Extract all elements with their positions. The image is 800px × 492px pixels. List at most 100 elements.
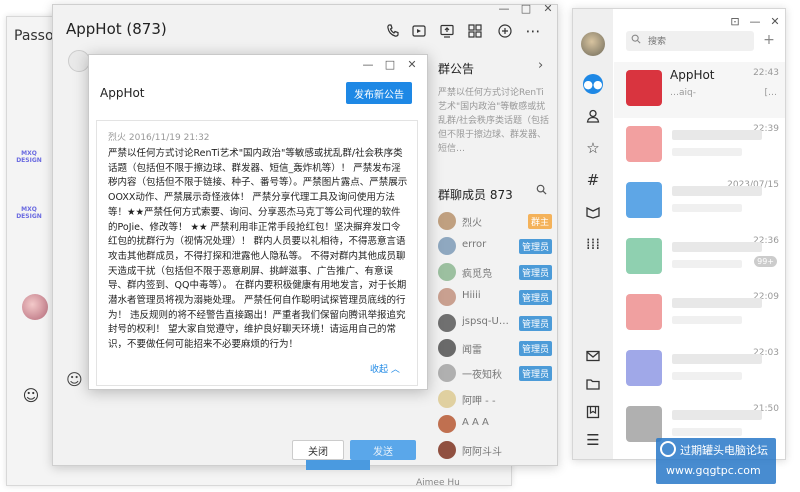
- member-avatar[interactable]: [438, 262, 456, 281]
- chat-avatar[interactable]: [626, 238, 662, 274]
- member-avatar[interactable]: [438, 212, 456, 230]
- chat-list-item[interactable]: 22:39: [614, 118, 785, 174]
- contacts-icon[interactable]: [583, 106, 603, 126]
- more-apps-icon[interactable]: ⁞⁞⁞: [583, 234, 603, 254]
- group-notice-preview[interactable]: 严禁以任何方式讨论RenTi艺术"国内政治"等敏感或扰乱群/社会秩序类话题（包括…: [438, 86, 552, 156]
- screen-share-icon[interactable]: [438, 22, 456, 40]
- chat-list-item[interactable]: 22:09: [614, 286, 785, 342]
- unread-badge: 99+: [754, 256, 777, 267]
- member-row[interactable]: error 管理员: [436, 235, 552, 257]
- group-notice-title[interactable]: 群公告: [438, 60, 474, 77]
- chevron-right-icon[interactable]: ›: [538, 58, 543, 73]
- member-avatar[interactable]: [438, 339, 456, 357]
- blurred-name: [672, 298, 762, 308]
- member-name: Hiiii: [462, 290, 481, 302]
- member-avatar[interactable]: [438, 288, 456, 307]
- apps-icon[interactable]: [466, 22, 484, 40]
- close-icon[interactable]: ✕: [540, 2, 556, 16]
- emoji-icon[interactable]: ☺: [22, 386, 40, 405]
- emoji-icon[interactable]: ☺: [66, 370, 83, 389]
- chat-list-item[interactable]: 22:03: [614, 342, 785, 398]
- member-row[interactable]: 阿呷 - -: [436, 388, 552, 410]
- member-avatar[interactable]: [438, 313, 456, 332]
- blurred-preview: [672, 260, 742, 268]
- watermark-url: www.gqgtpc.com: [666, 464, 761, 477]
- publish-notice-button[interactable]: 发布新公告: [346, 82, 412, 104]
- member-avatar[interactable]: [438, 440, 456, 459]
- minimize-icon[interactable]: —: [748, 14, 762, 28]
- chat-avatar[interactable]: [626, 126, 662, 162]
- send-button[interactable]: 发送: [350, 440, 416, 460]
- folder-icon[interactable]: [583, 374, 603, 394]
- video-call-icon[interactable]: [410, 22, 428, 40]
- watermark-text: 过期罐头电脑论坛: [680, 444, 768, 457]
- member-row[interactable]: 疯觅凫 管理员: [436, 261, 552, 283]
- add-member-icon[interactable]: [496, 22, 514, 40]
- member-row[interactable]: 烈火 群主: [436, 210, 552, 232]
- search-icon[interactable]: [536, 184, 547, 195]
- pin-icon[interactable]: ⊡: [728, 14, 742, 28]
- dialog-title: AppHot: [100, 86, 145, 100]
- collapse-link[interactable]: 收起 ︿: [370, 362, 400, 375]
- thumbnail[interactable]: MXQ DESIGN: [16, 206, 42, 222]
- member-row[interactable]: 闻雷 管理员: [436, 337, 552, 359]
- phone-icon[interactable]: [384, 22, 402, 40]
- role-badge: 管理员: [518, 239, 552, 255]
- member-name: 阿呷 - -: [462, 395, 496, 407]
- blurred-name: [672, 186, 762, 196]
- member-row[interactable]: A A A: [436, 413, 552, 435]
- close-icon[interactable]: ✕: [404, 58, 420, 72]
- watermark-logo: [660, 441, 676, 457]
- member-avatar[interactable]: [438, 415, 456, 434]
- member-avatar[interactable]: [438, 389, 456, 408]
- chat-avatar[interactable]: [626, 182, 662, 218]
- chat-icon[interactable]: ●●: [583, 74, 603, 94]
- favorites-icon[interactable]: [583, 402, 603, 422]
- member-row[interactable]: jspsq-U… 管理员: [436, 312, 552, 334]
- blurred-name: [672, 354, 762, 364]
- mail-icon[interactable]: [583, 346, 603, 366]
- chat-avatar[interactable]: [626, 294, 662, 330]
- chat-avatar[interactable]: [626, 70, 662, 106]
- member-avatar[interactable]: [438, 364, 456, 383]
- blurred-name: [672, 130, 762, 140]
- maximize-icon[interactable]: □: [382, 58, 398, 72]
- minimize-icon[interactable]: —: [360, 58, 376, 72]
- close-button[interactable]: 关闭: [292, 440, 344, 460]
- member-name: A A A: [462, 417, 489, 429]
- thumbnail[interactable]: MXQ DESIGN: [16, 150, 42, 166]
- star-icon[interactable]: ☆: [583, 138, 603, 158]
- chat-list-item[interactable]: 2023/07/15: [614, 174, 785, 230]
- my-avatar[interactable]: [581, 32, 605, 56]
- chat-list-item[interactable]: 22:43 AppHot …aiq- […: [614, 62, 785, 118]
- chat-preview-tail: […: [764, 88, 777, 98]
- avatar[interactable]: [68, 50, 90, 72]
- member-name: error: [462, 239, 487, 251]
- role-badge: 管理员: [518, 290, 552, 306]
- member-row[interactable]: 阿阿斗斗: [436, 439, 552, 461]
- chevron-up-icon: ︿: [390, 365, 400, 375]
- blurred-preview: [672, 316, 742, 324]
- game-icon[interactable]: [583, 202, 603, 222]
- chat-avatar[interactable]: [626, 406, 662, 442]
- member-row[interactable]: Hiiii 管理员: [436, 286, 552, 308]
- member-row[interactable]: 一夜知秋 管理员: [436, 362, 552, 384]
- chat-preview: …aiq-: [670, 88, 696, 98]
- close-icon[interactable]: ✕: [768, 14, 782, 28]
- channel-icon[interactable]: #: [583, 170, 603, 190]
- menu-icon[interactable]: ☰: [583, 430, 603, 450]
- member-avatar[interactable]: [438, 237, 456, 256]
- avatar[interactable]: [22, 294, 48, 320]
- background-send-button: [306, 460, 370, 470]
- member-name: 闻雷: [462, 345, 482, 356]
- add-icon[interactable]: +: [760, 30, 778, 50]
- maximize-icon[interactable]: □: [518, 2, 534, 16]
- chat-avatar[interactable]: [626, 350, 662, 386]
- member-name: jspsq-U…: [462, 315, 509, 327]
- chat-list-item[interactable]: 22:36 99+: [614, 230, 785, 286]
- more-icon[interactable]: ⋯: [524, 22, 542, 40]
- minimize-icon[interactable]: —: [496, 2, 512, 16]
- blurred-preview: [672, 204, 742, 212]
- blurred-preview: [672, 148, 742, 156]
- search-input[interactable]: [626, 31, 754, 51]
